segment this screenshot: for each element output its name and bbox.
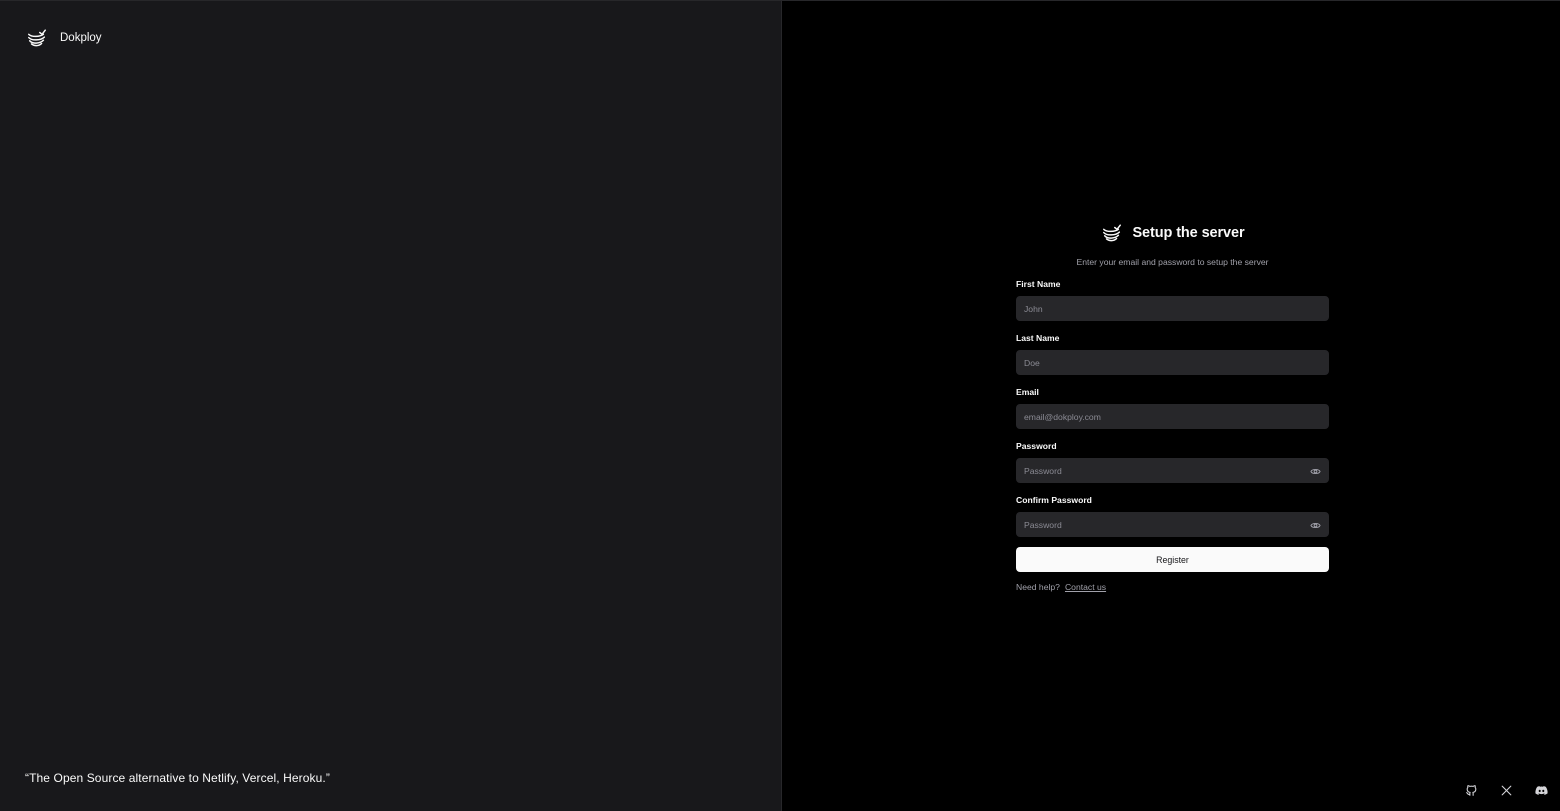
last-name-input[interactable] bbox=[1017, 351, 1328, 374]
github-icon[interactable] bbox=[1465, 784, 1478, 797]
right-form-panel: Setup the server Enter your email and pa… bbox=[782, 1, 1560, 811]
eye-icon[interactable] bbox=[1310, 520, 1321, 531]
password-label: Password bbox=[1016, 441, 1057, 451]
form-header: Setup the server bbox=[1016, 222, 1329, 244]
brand-name: Dokploy bbox=[60, 32, 102, 44]
eye-icon[interactable] bbox=[1310, 466, 1321, 477]
last-name-field: Last Name bbox=[1016, 332, 1329, 375]
password-input[interactable] bbox=[1017, 459, 1328, 482]
contact-us-link[interactable]: Contact us bbox=[1065, 582, 1106, 592]
first-name-input-box bbox=[1016, 296, 1329, 321]
setup-form: Setup the server Enter your email and pa… bbox=[1016, 222, 1329, 592]
last-name-input-box bbox=[1016, 350, 1329, 375]
x-icon[interactable] bbox=[1500, 784, 1513, 797]
dokploy-logo-icon bbox=[28, 29, 46, 47]
page-title: Setup the server bbox=[1132, 225, 1245, 241]
email-input-box bbox=[1016, 404, 1329, 429]
confirm-password-field: Confirm Password bbox=[1016, 494, 1329, 537]
help-row: Need help? Contact us bbox=[1016, 582, 1329, 592]
email-input[interactable] bbox=[1017, 405, 1328, 428]
confirm-password-input-box bbox=[1016, 512, 1329, 537]
first-name-input[interactable] bbox=[1017, 297, 1328, 320]
password-field: Password bbox=[1016, 440, 1329, 483]
confirm-password-label: Confirm Password bbox=[1016, 495, 1092, 505]
brand[interactable]: Dokploy bbox=[26, 27, 102, 49]
first-name-field: First Name bbox=[1016, 278, 1329, 321]
page-subtitle: Enter your email and password to setup t… bbox=[1076, 257, 1269, 267]
discord-icon[interactable] bbox=[1535, 784, 1548, 797]
confirm-password-input[interactable] bbox=[1017, 513, 1328, 536]
first-name-label: First Name bbox=[1016, 279, 1061, 289]
setup-page: Dokploy “The Open Source alternative to … bbox=[0, 0, 1560, 811]
left-brand-panel: Dokploy “The Open Source alternative to … bbox=[0, 1, 782, 811]
email-field: Email bbox=[1016, 386, 1329, 429]
help-text: Need help? bbox=[1016, 582, 1060, 592]
email-label: Email bbox=[1016, 387, 1039, 397]
password-input-box bbox=[1016, 458, 1329, 483]
dokploy-logo-icon bbox=[1103, 224, 1122, 242]
last-name-label: Last Name bbox=[1016, 333, 1060, 343]
social-links bbox=[1465, 784, 1548, 797]
tagline: “The Open Source alternative to Netlify,… bbox=[25, 771, 330, 785]
register-button[interactable]: Register bbox=[1016, 547, 1329, 572]
